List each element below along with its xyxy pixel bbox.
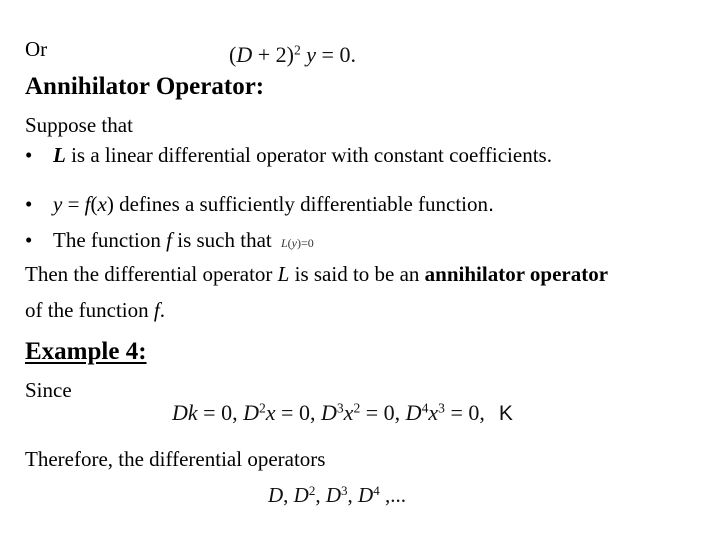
bullet-item-annihilation-condition: • The function f is such that L(y)=0 <box>25 228 314 255</box>
equals-sign: = <box>62 192 85 216</box>
eq-paren-close: ) <box>286 42 294 67</box>
since-text: Since <box>25 378 72 402</box>
var-d: D <box>172 400 188 425</box>
equation-d-plus-2-squared: (D + 2)2 y = 0. <box>229 42 356 68</box>
equals-zero: = 0, <box>444 400 485 425</box>
bold-annihilator-operator: annihilator operator <box>424 262 609 286</box>
var-d: D <box>320 400 337 425</box>
var-d: D <box>358 483 374 507</box>
conclusion-text-2: is said to be an <box>289 262 425 286</box>
var-d: D <box>405 400 422 425</box>
comma: , <box>315 483 326 507</box>
period: . <box>488 191 495 216</box>
eq-var-y: y <box>300 42 317 67</box>
conclusion-line-2: of the function f. <box>25 298 165 322</box>
var-k: k <box>187 400 198 425</box>
italic-x: x <box>97 192 107 216</box>
eq-exponent: 2 <box>293 42 301 58</box>
var-d: D <box>268 483 284 507</box>
var-d: D <box>325 483 342 507</box>
equals-zero: = 0, <box>275 400 321 425</box>
exponent: 3 <box>336 400 344 416</box>
comma: , <box>283 483 294 507</box>
therefore-text: Therefore, the differential operators <box>25 447 326 471</box>
bullet-icon: • <box>25 192 33 216</box>
italic-l: L <box>53 143 66 167</box>
var-d: D <box>243 400 259 425</box>
paren-open: ( <box>90 192 98 216</box>
period: . <box>159 298 165 322</box>
conclusion-line-1: Then the differential operator L is said… <box>25 262 608 286</box>
heading-example-4: Example 4: <box>25 338 147 365</box>
eq-equals-zero: = 0. <box>316 42 356 67</box>
paren-close: ) <box>106 192 114 216</box>
eq-rest: )=0 <box>297 236 314 250</box>
ellipsis-glyph-k: K <box>498 402 513 425</box>
operators-list: D, D2, D3, D4 ,... <box>268 483 406 508</box>
equals-zero: = 0, <box>197 400 244 425</box>
heading-annihilator-operator: Annihilator Operator: <box>25 73 265 100</box>
bullet-text: defines a sufficiently differentiable fu… <box>113 192 489 216</box>
bullet-icon: • <box>25 143 33 167</box>
conclusion-text-1: Then the differential operator <box>25 262 278 286</box>
italic-l: L <box>277 262 290 286</box>
bullet-text: is a linear differential operator with c… <box>65 143 552 167</box>
var-x: x <box>343 400 354 425</box>
suppose-text: Suppose that <box>25 113 133 137</box>
bullet-icon: • <box>25 228 33 252</box>
exponent: 2 <box>258 400 266 416</box>
eq-plus-two: + 2 <box>252 42 287 67</box>
bullet-item-linear-operator: • L is a linear differential operator wit… <box>25 143 552 167</box>
equation-l-of-y-equals-zero: L(y)=0 <box>281 236 314 250</box>
italic-y: y <box>53 192 63 216</box>
conclusion-text-3: of the function <box>25 298 154 322</box>
eq-var-d: D <box>236 42 253 67</box>
bullet-item-function-definition: • y = f(x) defines a sufficiently differe… <box>25 191 495 217</box>
var-x: x <box>428 400 439 425</box>
bullet-text-a: The function <box>53 228 167 252</box>
comma: , <box>347 483 359 507</box>
eq-var-l: L <box>280 236 288 250</box>
ellipsis: ,... <box>379 483 406 507</box>
equation-derivatives-equal-zero: Dk = 0, D2x = 0, D3x2 = 0, D4x3 = 0, K <box>172 400 513 426</box>
var-d: D <box>293 483 309 507</box>
or-label: Or <box>25 37 48 61</box>
bullet-text-b: is such that <box>171 228 277 252</box>
exponent: 3 <box>438 400 445 416</box>
var-x: x <box>265 400 276 425</box>
equals-zero: = 0, <box>360 400 406 425</box>
